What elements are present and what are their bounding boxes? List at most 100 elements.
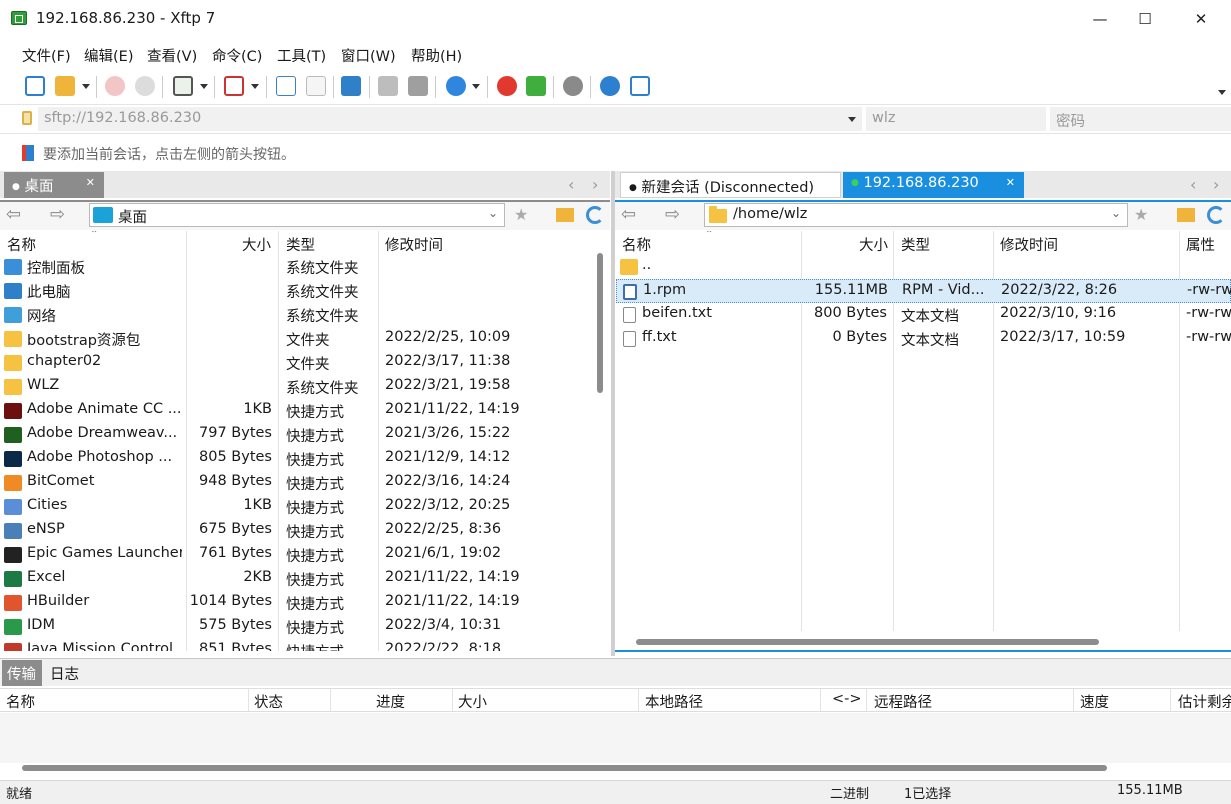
path-dropdown-icon[interactable]: ⌄ — [1111, 206, 1121, 220]
host-dropdown-icon[interactable] — [848, 117, 856, 122]
paste-icon[interactable] — [408, 76, 428, 96]
minimize-button[interactable]: — — [1077, 0, 1123, 38]
chat-icon[interactable] — [630, 76, 650, 96]
close-button[interactable]: ✕ — [1178, 0, 1224, 38]
column-header-1[interactable]: 大小 — [242, 234, 271, 255]
maximize-button[interactable]: ☐ — [1122, 0, 1168, 38]
table-row[interactable]: BitComet 948 Bytes 快捷方式 2022/3/16, 14:24 — [0, 471, 596, 495]
table-row[interactable]: IDM 575 Bytes 快捷方式 2022/3/4, 10:31 — [0, 615, 596, 639]
column-header-0[interactable]: 名称 — [622, 234, 651, 255]
table-row[interactable]: WLZ 系统文件夹 2022/3/21, 19:58 — [0, 375, 596, 399]
new-session-icon[interactable] — [25, 76, 45, 96]
help-icon[interactable] — [600, 76, 620, 96]
back-icon[interactable]: ⇦ — [6, 204, 21, 225]
xshell-icon[interactable] — [497, 76, 517, 96]
transfer-horizontal-scrollbar[interactable] — [22, 765, 1107, 771]
column-divider[interactable] — [330, 689, 331, 711]
refresh-icon[interactable] — [586, 206, 604, 224]
upload-icon[interactable] — [276, 76, 296, 96]
transfer-column-1[interactable]: 状态 — [254, 691, 283, 712]
column-header-3[interactable]: 修改时间 — [1000, 234, 1058, 255]
table-row[interactable]: Epic Games Launcher 761 Bytes 快捷方式 2021/6/1… — [0, 543, 596, 567]
column-header-2[interactable]: 类型 — [286, 234, 315, 255]
left-path-input[interactable]: 桌面 ⌄ — [89, 203, 505, 227]
tab-log[interactable]: 日志 — [50, 663, 79, 684]
favorite-star-icon[interactable]: ★ — [1134, 205, 1148, 224]
toolbar-overflow-icon[interactable] — [1218, 90, 1226, 95]
copy-icon[interactable] — [378, 76, 398, 96]
forward-icon[interactable]: ⇨ — [665, 204, 680, 225]
refresh-icon[interactable] — [1207, 206, 1225, 224]
table-row[interactable]: ff.txt 0 Bytes 文本文档 2022/3/17, 10:59 -rw-rw — [616, 327, 1231, 351]
column-header-1[interactable]: 大小 — [859, 234, 888, 255]
path-dropdown-icon[interactable]: ⌄ — [488, 206, 498, 220]
column-header-3[interactable]: 修改时间 — [385, 234, 443, 255]
forward-icon[interactable]: ⇨ — [50, 204, 65, 225]
column-divider[interactable] — [638, 689, 639, 711]
right-horizontal-scrollbar[interactable] — [636, 639, 1099, 645]
menu-edit[interactable]: 编辑(E) — [84, 45, 133, 66]
disconnect-icon[interactable] — [105, 76, 125, 96]
home-folder-icon[interactable] — [556, 208, 574, 222]
tab-scroll-right-icon[interactable]: › — [1213, 175, 1219, 194]
column-divider[interactable] — [1073, 689, 1074, 711]
open-dropdown-icon[interactable] — [82, 84, 90, 89]
terminal-dropdown-icon[interactable] — [251, 84, 259, 89]
gear-icon[interactable] — [563, 76, 583, 96]
sync-icon[interactable] — [341, 76, 361, 96]
menu-command[interactable]: 命令(C) — [212, 45, 262, 66]
table-row[interactable]: bootstrap资源包 文件夹 2022/2/25, 10:09 — [0, 327, 596, 351]
tab-scroll-left-icon[interactable]: ‹ — [1190, 175, 1196, 194]
close-tab-icon[interactable]: ✕ — [86, 176, 95, 189]
back-icon[interactable]: ⇦ — [621, 204, 636, 225]
table-row[interactable]: Java Mission Control 851 Bytes 快捷方式 2022/2/… — [0, 639, 596, 651]
column-header-2[interactable]: 类型 — [901, 234, 930, 255]
column-divider[interactable] — [866, 689, 867, 711]
menu-view[interactable]: 查看(V) — [147, 45, 197, 66]
transfer-column-5[interactable]: <-> — [832, 691, 862, 707]
close-tab-icon[interactable]: ✕ — [1006, 176, 1015, 189]
column-header-4[interactable]: 属性 — [1186, 234, 1215, 255]
transfer-column-0[interactable]: 名称 — [6, 691, 35, 712]
session-settings-icon[interactable] — [173, 76, 193, 96]
xftp-icon[interactable] — [526, 76, 546, 96]
table-row[interactable]: Excel 2KB 快捷方式 2021/11/22, 14:19 — [0, 567, 596, 591]
password-input[interactable]: 密码 — [1050, 107, 1231, 131]
table-row[interactable]: 1.rpm 155.11MB RPM - Vid... 2022/3/22, 8:26… — [616, 279, 1231, 303]
favorite-star-icon[interactable]: ★ — [514, 205, 528, 224]
table-row[interactable]: Adobe Animate CC ... 1KB 快捷方式 2021/11/22, 1… — [0, 399, 596, 423]
username-input[interactable]: wlz — [866, 107, 1046, 131]
globe-icon[interactable] — [446, 76, 466, 96]
tab-new-session[interactable]: ● 新建会话 (Disconnected) — [620, 172, 841, 198]
host-input[interactable]: sftp://192.168.86.230 — [38, 107, 862, 131]
table-row[interactable]: HBuilder 1014 Bytes 快捷方式 2021/11/22, 14:19 — [0, 591, 596, 615]
tab-local-desktop[interactable]: ● 桌面 ✕ — [4, 172, 104, 198]
tab-transfer[interactable]: 传输 — [2, 660, 42, 686]
right-path-input[interactable]: /home/wlz ⌄ — [704, 203, 1128, 227]
table-row[interactable]: 网络 系统文件夹 — [0, 303, 596, 327]
tab-scroll-left-icon[interactable]: ‹ — [568, 175, 574, 194]
table-row[interactable]: Adobe Dreamweav... 797 Bytes 快捷方式 2021/3/26… — [0, 423, 596, 447]
transfer-column-8[interactable]: 估计剩余 — [1178, 691, 1231, 712]
terminal-icon[interactable] — [224, 76, 244, 96]
open-folder-icon[interactable] — [55, 76, 75, 96]
table-row[interactable]: eNSP 675 Bytes 快捷方式 2022/2/25, 8:36 — [0, 519, 596, 543]
tab-remote-session[interactable]: ● 192.168.86.230 ✕ — [843, 172, 1024, 198]
transfer-column-6[interactable]: 远程路径 — [874, 691, 932, 712]
table-row[interactable]: 控制面板 系统文件夹 — [0, 255, 596, 279]
bookmark-arrow-icon[interactable] — [22, 145, 34, 161]
transfer-column-3[interactable]: 大小 — [458, 691, 487, 712]
table-row[interactable]: beifen.txt 800 Bytes 文本文档 2022/3/10, 9:16 -r… — [616, 303, 1231, 327]
table-row[interactable]: chapter02 文件夹 2022/3/17, 11:38 — [0, 351, 596, 375]
column-divider[interactable] — [1170, 689, 1171, 711]
home-folder-icon[interactable] — [1177, 208, 1195, 222]
reconnect-icon[interactable] — [135, 76, 155, 96]
menu-help[interactable]: 帮助(H) — [411, 45, 462, 66]
download-icon[interactable] — [306, 76, 326, 96]
table-row[interactable]: Adobe Photoshop ... 805 Bytes 快捷方式 2021/12/… — [0, 447, 596, 471]
column-header-0[interactable]: 名称 — [7, 234, 36, 255]
column-divider[interactable] — [248, 689, 249, 711]
globe-dropdown-icon[interactable] — [472, 84, 480, 89]
column-divider[interactable] — [820, 689, 821, 711]
tab-scroll-right-icon[interactable]: › — [592, 175, 598, 194]
